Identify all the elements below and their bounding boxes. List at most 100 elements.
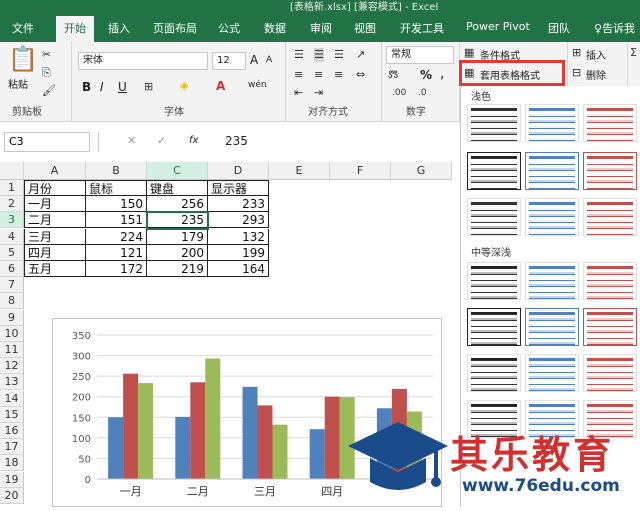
sum-icon[interactable]: Σ (630, 46, 637, 60)
tab-team[interactable]: 团队 (548, 20, 570, 36)
shrink-font-button[interactable]: A (266, 55, 272, 65)
table-style-swatch[interactable] (467, 262, 521, 300)
row-header[interactable]: 10 (0, 325, 24, 342)
table-cell[interactable]: 179 (147, 228, 208, 245)
phonetic-button[interactable]: wén (248, 80, 267, 90)
decrease-indent-icon[interactable]: ⇤ (294, 86, 303, 100)
align-middle-icon[interactable]: ☰ (314, 48, 324, 62)
cut-icon[interactable]: ✂ (42, 48, 51, 62)
row-header[interactable]: 15 (0, 406, 24, 423)
row-header[interactable]: 11 (0, 342, 24, 358)
table-style-swatch[interactable] (583, 262, 637, 300)
align-center-icon[interactable]: ≡ (314, 68, 323, 82)
row-header[interactable]: 12 (0, 358, 24, 375)
insert-cells-icon[interactable]: ⊞ (572, 46, 581, 60)
align-right-icon[interactable]: ≡ (334, 68, 343, 82)
tab-tell-me[interactable]: ♀告诉我 (594, 20, 635, 36)
table-cell[interactable]: 二月 (24, 212, 86, 229)
tab-developer[interactable]: 开发工具 (400, 20, 444, 36)
table-cell[interactable]: 172 (86, 261, 147, 277)
comma-button[interactable]: , (440, 66, 444, 82)
table-style-swatch[interactable] (583, 104, 637, 142)
row-header[interactable]: 17 (0, 439, 24, 456)
decrease-decimal-icon[interactable]: .0 (418, 86, 427, 100)
row-header[interactable]: 9 (0, 309, 24, 326)
table-style-swatch[interactable] (525, 354, 579, 392)
tab-page-layout[interactable]: 页面布局 (153, 20, 197, 36)
table-style-swatch[interactable] (467, 354, 521, 392)
tab-power-pivot[interactable]: Power Pivot (466, 20, 530, 33)
row-header[interactable]: 7 (0, 277, 24, 294)
align-top-icon[interactable]: ☰ (294, 48, 304, 62)
enter-icon[interactable]: ✓ (157, 134, 166, 148)
tab-data[interactable]: 数据 (264, 20, 286, 36)
row-header[interactable]: 3 (0, 212, 24, 229)
align-bottom-icon[interactable]: ☰ (334, 48, 344, 62)
row-header[interactable]: 18 (0, 455, 24, 472)
table-cell[interactable]: 200 (147, 244, 208, 261)
paste-button[interactable]: 粘贴 (8, 76, 28, 91)
row-header[interactable]: 2 (0, 196, 24, 213)
formula-input[interactable]: 235 (225, 134, 248, 148)
table-style-swatch[interactable] (467, 152, 521, 190)
table-cell[interactable]: 219 (147, 261, 208, 277)
align-left-icon[interactable]: ≡ (294, 68, 303, 82)
header-cell[interactable]: 显示器 (208, 180, 269, 196)
table-cell[interactable]: 233 (208, 196, 269, 213)
fx-button[interactable]: fx (189, 135, 198, 146)
font-size-select[interactable]: 12 (212, 52, 246, 70)
table-cell[interactable]: 121 (86, 244, 147, 261)
italic-button[interactable]: I (100, 80, 104, 94)
table-cell[interactable]: 151 (86, 212, 147, 229)
table-cell[interactable]: 132 (208, 228, 269, 245)
row-header[interactable]: 13 (0, 374, 24, 391)
tab-formulas[interactable]: 公式 (218, 20, 240, 36)
insert-cells-button[interactable]: 插入 (586, 47, 606, 62)
delete-cells-button[interactable]: 删除 (586, 67, 606, 82)
bold-button[interactable]: B (82, 80, 91, 94)
fill-color-icon[interactable]: ◈ (180, 79, 188, 93)
format-painter-icon[interactable]: 🖌 (42, 84, 56, 98)
table-cell[interactable]: 256 (147, 196, 208, 213)
table-style-swatch[interactable] (525, 104, 579, 142)
table-style-swatch[interactable] (583, 354, 637, 392)
column-header[interactable]: F (330, 162, 391, 180)
increase-decimal-icon[interactable]: .00 (392, 86, 406, 100)
orientation-icon[interactable]: ↗ (356, 48, 365, 62)
table-cell[interactable]: 四月 (24, 244, 86, 261)
table-style-swatch[interactable] (583, 198, 637, 236)
table-style-swatch[interactable] (525, 262, 579, 300)
table-cell[interactable]: 199 (208, 244, 269, 261)
number-format-select[interactable]: 常规 (386, 46, 454, 64)
tab-view[interactable]: 视图 (354, 20, 376, 36)
underline-button[interactable]: U (118, 80, 127, 94)
column-header[interactable]: G (391, 162, 452, 180)
row-header[interactable]: 6 (0, 261, 24, 277)
table-style-swatch[interactable] (467, 198, 521, 236)
cancel-icon[interactable]: ✕ (127, 134, 136, 148)
table-style-swatch[interactable] (525, 198, 579, 236)
header-cell[interactable]: 键盘 (147, 180, 208, 196)
column-header[interactable]: E (269, 162, 330, 180)
table-cell[interactable]: 224 (86, 228, 147, 245)
row-header[interactable]: 20 (0, 487, 24, 504)
row-header[interactable]: 14 (0, 390, 24, 407)
header-cell[interactable]: 鼠标 (86, 180, 147, 196)
copy-icon[interactable]: ⎘ (42, 66, 51, 80)
header-cell[interactable]: 月份 (24, 180, 86, 196)
tab-insert[interactable]: 插入 (108, 20, 130, 36)
font-color-button[interactable]: A (216, 79, 225, 93)
table-style-swatch[interactable] (583, 152, 637, 190)
row-header[interactable]: 8 (0, 293, 24, 310)
table-cell[interactable]: 150 (86, 196, 147, 213)
table-cell[interactable]: 五月 (24, 261, 86, 277)
delete-cells-icon[interactable]: ⊟ (572, 66, 581, 80)
paste-icon[interactable]: 📋 (8, 46, 38, 72)
table-style-swatch[interactable] (583, 308, 637, 346)
row-header[interactable]: 5 (0, 244, 24, 261)
select-all-corner[interactable] (0, 162, 24, 180)
table-style-swatch[interactable] (525, 308, 579, 346)
table-style-swatch[interactable] (525, 152, 579, 190)
table-style-swatch[interactable] (467, 308, 521, 346)
row-header[interactable]: 16 (0, 423, 24, 439)
